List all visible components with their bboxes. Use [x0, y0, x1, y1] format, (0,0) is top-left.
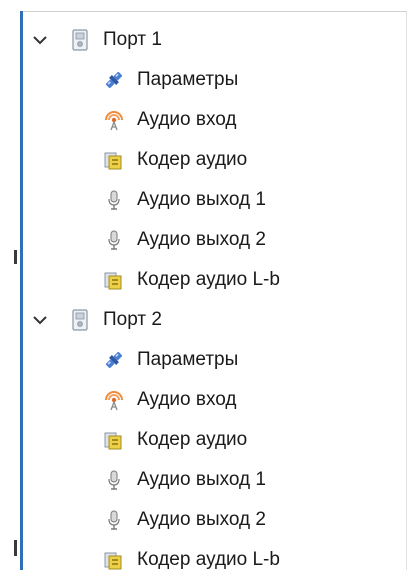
- tree-node-audio-output-2[interactable]: Аудио выход 2: [23, 500, 406, 540]
- tree-node-audio-encoder-lb[interactable]: Кодер аудио L-b: [23, 540, 406, 580]
- tree-node-port-1[interactable]: Порт 1: [23, 20, 406, 60]
- encoder-icon: [103, 269, 125, 291]
- tree-node-label: Кодер аудио L-b: [137, 549, 280, 570]
- tree-node-label: Кодер аудио: [137, 149, 248, 170]
- microphone-icon: [103, 509, 125, 531]
- broadcast-icon: [103, 389, 125, 411]
- tree-node-label: Параметры: [137, 349, 239, 370]
- device-icon: [69, 309, 91, 331]
- tree-node-label: Порт 1: [103, 29, 162, 50]
- tree-node-label: Аудио выход 2: [137, 229, 266, 250]
- microphone-icon: [103, 229, 125, 251]
- tree-node-parameters[interactable]: Параметры: [23, 60, 406, 100]
- broadcast-icon: [103, 109, 125, 131]
- tree-node-label: Аудио вход: [137, 109, 237, 130]
- tree-node-label: Аудио выход 1: [137, 469, 266, 490]
- microphone-icon: [103, 189, 125, 211]
- chevron-down-icon[interactable]: [31, 311, 49, 329]
- tree-node-audio-encoder-lb[interactable]: Кодер аудио L-b: [23, 260, 406, 300]
- tree-node-audio-encoder[interactable]: Кодер аудио: [23, 140, 406, 180]
- tree-node-audio-output-1[interactable]: Аудио выход 1: [23, 180, 406, 220]
- connector-icon: [103, 69, 125, 91]
- tree-node-label: Аудио выход 1: [137, 189, 266, 210]
- tree-node-audio-encoder[interactable]: Кодер аудио: [23, 420, 406, 460]
- top-divider: [20, 11, 407, 12]
- tree-node-label: Кодер аудио: [137, 429, 248, 450]
- tree-node-port-2[interactable]: Порт 2: [23, 300, 406, 340]
- microphone-icon: [103, 469, 125, 491]
- tree-node-audio-output-2[interactable]: Аудио выход 2: [23, 220, 406, 260]
- tree-node-label: Аудио выход 2: [137, 509, 266, 530]
- tree-node-audio-output-1[interactable]: Аудио выход 1: [23, 460, 406, 500]
- encoder-icon: [103, 429, 125, 451]
- tree-node-audio-input[interactable]: Аудио вход: [23, 100, 406, 140]
- tree-node-label: Аудио вход: [137, 389, 237, 410]
- left-rail: [0, 0, 20, 570]
- encoder-icon: [103, 149, 125, 171]
- tree-node-audio-input[interactable]: Аудио вход: [23, 380, 406, 420]
- tree-node-parameters[interactable]: Параметры: [23, 340, 406, 380]
- tree-node-label: Порт 2: [103, 309, 162, 330]
- tree-node-label: Параметры: [137, 69, 239, 90]
- port-tree: Порт 1 Параметры Аудио вход Кодер аудио …: [23, 20, 406, 580]
- tree-node-label: Кодер аудио L-b: [137, 269, 280, 290]
- chevron-down-icon[interactable]: [31, 31, 49, 49]
- device-icon: [69, 29, 91, 51]
- rail-mark: [14, 540, 17, 556]
- encoder-icon: [103, 549, 125, 571]
- connector-icon: [103, 349, 125, 371]
- rail-mark: [14, 250, 17, 264]
